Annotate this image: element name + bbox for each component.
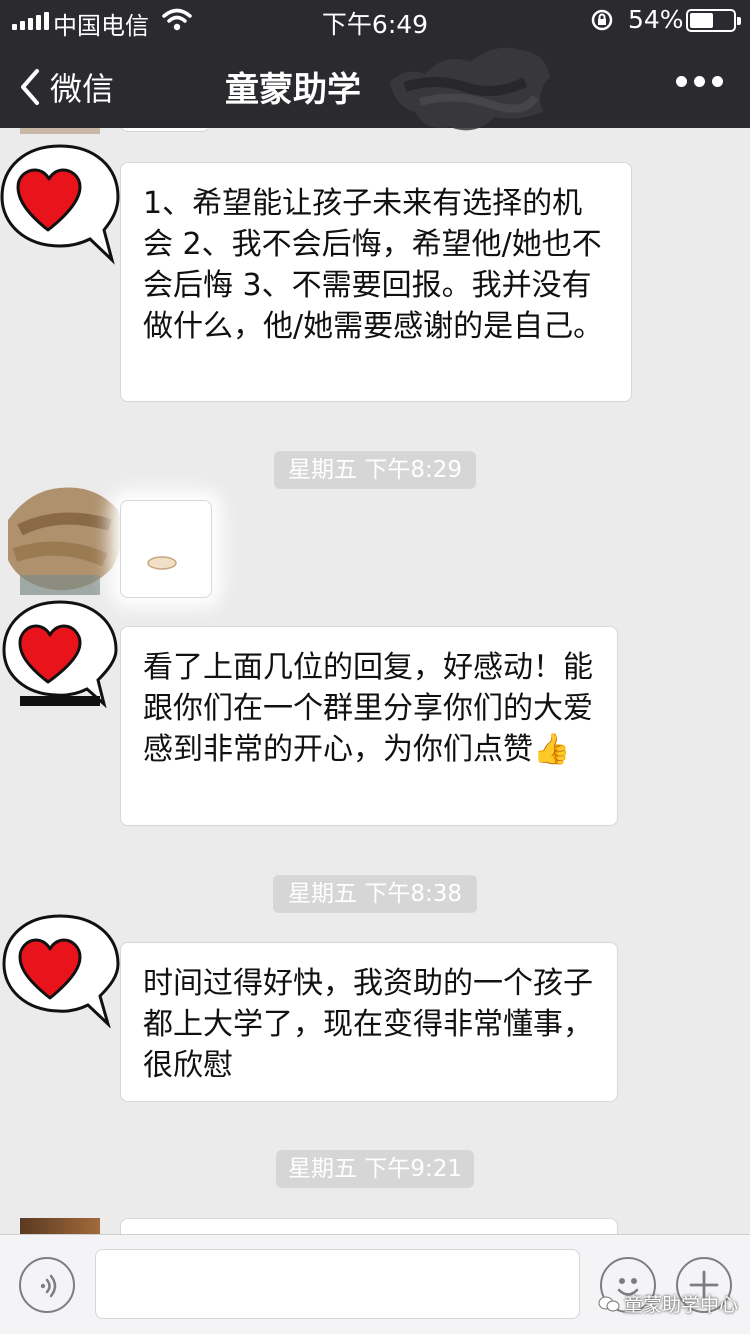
message-text: 1、希望能让孩子未来有选择的机会 2、我不会后悔，希望他/她也不会后悔 3、不需… [143, 186, 604, 344]
heart-avatar [2, 600, 118, 708]
watermark-text: 童蒙助学中心 [624, 1294, 739, 1316]
orientation-lock-icon [591, 9, 613, 31]
watermark: 童蒙助学中心 [598, 1290, 738, 1317]
next-message-bubble [120, 1218, 618, 1234]
message-input[interactable] [95, 1249, 580, 1319]
chat-area[interactable]: 1、希望能让孩子未来有选择的机会 2、我不会后悔，希望他/她也不会后悔 3、不需… [0, 128, 750, 1234]
message-text: 看了上面几位的回复，好感动！能跟你们在一个群里分享你们的大爱感到非常的开心，为你… [143, 650, 593, 767]
message-bubble-2[interactable]: 看了上面几位的回复，好感动！能跟你们在一个群里分享你们的大爱感到非常的开心，为你… [120, 626, 618, 826]
avatar-shadow [20, 696, 100, 706]
back-button[interactable]: 微信 [18, 64, 114, 110]
top-bar: 中国电信 下午6:49 54% 微信 童蒙助学 [0, 0, 750, 131]
timestamp-2: 星期五 下午8:38 [273, 875, 477, 913]
message-bubble-3[interactable]: 时间过得好快，我资助的一个孩子都上大学了，现在变得非常懂事，很欣慰 [120, 942, 618, 1102]
timestamp-3: 星期五 下午9:21 [276, 1150, 474, 1188]
message-text: 时间过得好快，我资助的一个孩子都上大学了，现在变得非常懂事，很欣慰 [143, 966, 593, 1083]
heart-avatar [2, 914, 120, 1028]
more-dots-icon [676, 76, 687, 87]
more-button[interactable] [676, 76, 724, 90]
emoji-sticker-icon [147, 556, 177, 570]
battery-fill [690, 13, 713, 28]
battery-percent: 54% [628, 5, 684, 34]
next-avatar [20, 1218, 100, 1234]
status-bar: 中国电信 下午6:49 54% [0, 0, 750, 40]
message-bubble-1[interactable]: 1、希望能让孩子未来有选择的机会 2、我不会后悔，希望他/她也不会后悔 3、不需… [120, 162, 632, 402]
redacted-avatar [8, 487, 122, 595]
page-title: 童蒙助学 [225, 70, 361, 110]
wechat-icon [598, 1296, 620, 1311]
previous-avatar [20, 128, 100, 134]
voice-button[interactable] [19, 1257, 75, 1313]
timestamp-1: 星期五 下午8:29 [274, 451, 476, 489]
battery-icon [686, 9, 741, 32]
redacted-message-bubble [120, 500, 212, 598]
chevron-left-icon [21, 69, 39, 105]
back-label: 微信 [50, 70, 115, 108]
redaction-scribble [390, 47, 550, 131]
input-bar [0, 1234, 750, 1334]
heart-avatar [0, 144, 120, 265]
voice-icon [40, 1274, 57, 1298]
previous-message-bubble [120, 128, 210, 132]
